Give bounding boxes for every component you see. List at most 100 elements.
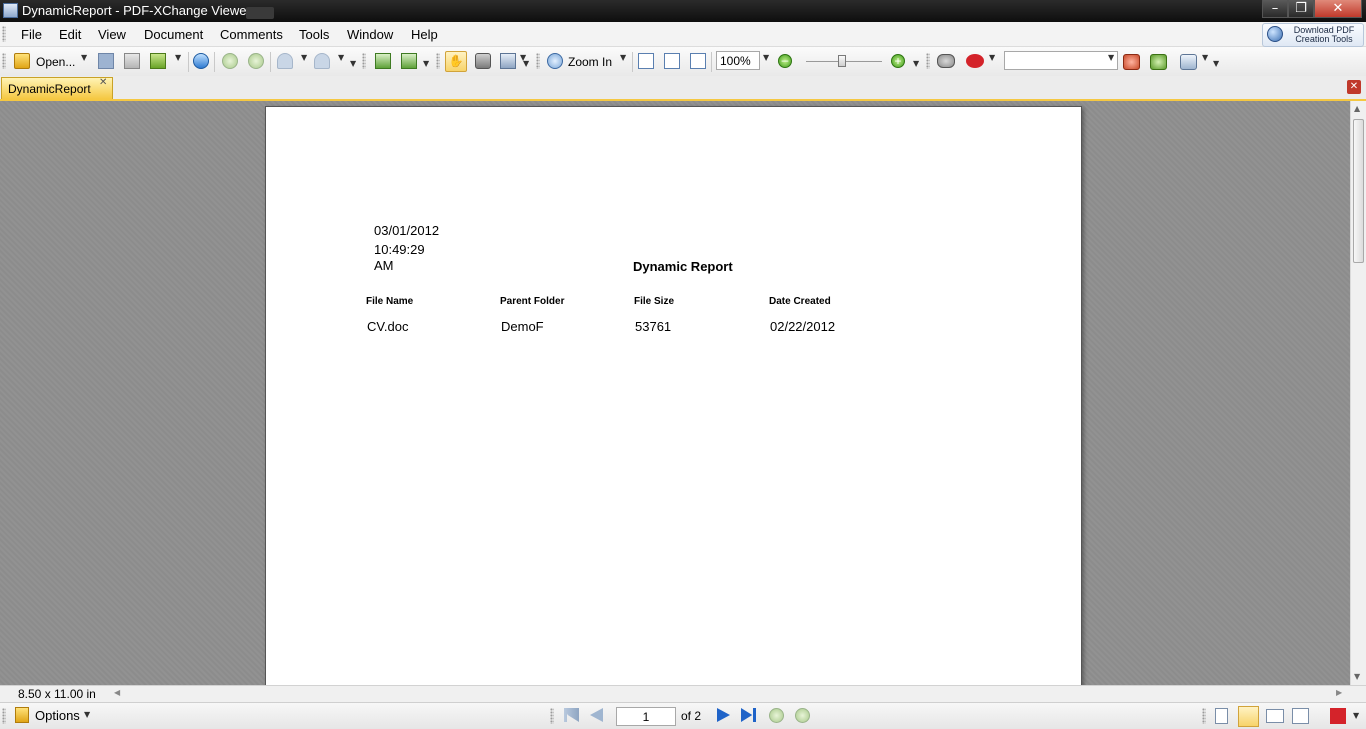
snapshot-icon[interactable] — [475, 53, 491, 69]
scan-icon[interactable] — [193, 53, 209, 69]
previous-view-icon[interactable] — [769, 708, 784, 723]
toolbar-grip[interactable] — [436, 53, 440, 69]
scroll-right-arrow-icon[interactable]: ▶ — [1336, 688, 1342, 697]
scroll-up-arrow-icon[interactable]: ▲ — [1354, 104, 1360, 113]
scroll-left-arrow-icon[interactable]: ◀ — [114, 688, 120, 697]
find-binoculars-icon[interactable] — [937, 54, 955, 68]
zoom-in-label[interactable]: Zoom In — [568, 55, 612, 69]
menu-comments[interactable]: Comments — [220, 27, 283, 42]
pdf-icon[interactable] — [1330, 708, 1346, 724]
status-grip[interactable] — [2, 708, 6, 724]
find-next-icon[interactable] — [1150, 54, 1167, 70]
toolbar-grip[interactable] — [362, 53, 366, 69]
download-button-line2: Creation Tools — [1295, 34, 1353, 44]
hand-tool-icon[interactable]: ✋ — [445, 51, 467, 72]
tab-close-icon[interactable]: ✕ — [99, 77, 107, 88]
vertical-scrollbar[interactable]: ▲ ▼ — [1350, 101, 1366, 685]
nav-grip[interactable] — [550, 708, 554, 724]
toolbar-overflow-icon[interactable]: ▼ — [350, 59, 356, 68]
toolbar-grip[interactable] — [2, 53, 6, 69]
layout-grip[interactable] — [1202, 708, 1206, 724]
import-icon[interactable] — [401, 53, 417, 69]
search-dropdown-arrow-icon[interactable]: ▼ — [1108, 53, 1114, 62]
email-dropdown-arrow-icon[interactable]: ▼ — [175, 53, 181, 62]
continuous-facing-layout-icon[interactable] — [1292, 708, 1309, 724]
toolbar-overflow-icon[interactable]: ▼ — [523, 59, 529, 68]
search-web-icon[interactable] — [966, 54, 984, 68]
options-icon[interactable] — [15, 707, 29, 723]
toolbar-overflow-icon[interactable]: ▼ — [423, 59, 429, 68]
report-title: Dynamic Report — [633, 259, 733, 274]
status-bar: Options ▼ 1 of 2 ▼ — [0, 702, 1366, 729]
next-page-icon[interactable] — [717, 708, 730, 722]
toolbar-overflow-icon[interactable]: ▼ — [1213, 59, 1219, 68]
app-icon[interactable] — [3, 3, 18, 18]
download-button-label: Download PDF Creation Tools — [1287, 26, 1361, 44]
menu-tools[interactable]: Tools — [299, 27, 329, 42]
tools-options-icon[interactable] — [1180, 54, 1197, 70]
search-input[interactable] — [1004, 51, 1118, 70]
find-previous-icon[interactable] — [1123, 54, 1140, 70]
document-view[interactable]: 03/01/2012 10:49:29 AM Dynamic Report Fi… — [0, 101, 1350, 685]
export-icon[interactable] — [375, 53, 391, 69]
menu-window[interactable]: Window — [347, 27, 393, 42]
facing-layout-icon[interactable] — [1266, 709, 1284, 723]
open-button-label[interactable]: Open... — [36, 55, 75, 69]
redo-dropdown-arrow-icon[interactable]: ▼ — [338, 53, 344, 62]
redo-icon[interactable] — [314, 53, 330, 69]
back-view-icon[interactable] — [222, 53, 238, 69]
vertical-scroll-thumb[interactable] — [1353, 119, 1364, 263]
scroll-down-arrow-icon[interactable]: ▼ — [1354, 672, 1360, 681]
first-page-icon[interactable] — [564, 708, 579, 722]
page-count-label: of 2 — [681, 709, 702, 723]
menu-grip[interactable] — [2, 26, 6, 42]
zoom-slider-thumb[interactable] — [838, 55, 846, 67]
continuous-layout-icon[interactable] — [1238, 706, 1259, 727]
print-icon[interactable] — [124, 53, 140, 69]
options-dropdown-arrow-icon[interactable]: ▼ — [84, 710, 90, 719]
pdf-dropdown-arrow-icon[interactable]: ▼ — [1353, 711, 1359, 720]
tab-dynamicreport[interactable]: DynamicReport ✕ — [1, 77, 113, 99]
zoom-in-plus-icon[interactable]: + — [891, 54, 905, 68]
fit-width-icon[interactable] — [690, 53, 706, 69]
toolbar-grip[interactable] — [536, 53, 540, 69]
zoom-out-icon[interactable]: – — [778, 54, 792, 68]
tab-label: DynamicReport — [8, 82, 91, 96]
actual-size-icon[interactable] — [638, 53, 654, 69]
tools-dropdown-arrow-icon[interactable]: ▼ — [1202, 53, 1208, 62]
close-document-icon[interactable]: ✕ — [1347, 80, 1361, 94]
menu-view[interactable]: View — [98, 27, 126, 42]
menu-document[interactable]: Document — [144, 27, 203, 42]
zoom-level-field[interactable]: 100% — [716, 51, 760, 70]
undo-dropdown-arrow-icon[interactable]: ▼ — [301, 53, 307, 62]
menu-help[interactable]: Help — [411, 27, 438, 42]
previous-page-icon[interactable] — [590, 708, 603, 722]
save-icon[interactable] — [98, 53, 114, 69]
fit-page-icon[interactable] — [664, 53, 680, 69]
options-button[interactable]: Options — [35, 708, 80, 723]
open-folder-icon[interactable] — [14, 53, 30, 69]
minimize-button[interactable]: – — [1262, 0, 1288, 18]
open-dropdown-arrow-icon[interactable]: ▼ — [81, 53, 87, 62]
forward-view-icon[interactable] — [248, 53, 264, 69]
maximize-button[interactable]: ❐ — [1288, 0, 1314, 18]
search-engine-dropdown-arrow-icon[interactable]: ▼ — [989, 53, 995, 62]
download-pdf-tools-button[interactable]: Download PDF Creation Tools — [1262, 23, 1364, 47]
zoom-level-dropdown-arrow-icon[interactable]: ▼ — [763, 53, 769, 62]
next-view-icon[interactable] — [795, 708, 810, 723]
document-tab-bar — [0, 76, 1366, 102]
cell-file-name: CV.doc — [367, 319, 409, 334]
select-text-icon[interactable] — [500, 53, 516, 69]
last-page-icon[interactable] — [741, 708, 756, 722]
single-page-layout-icon[interactable] — [1215, 708, 1228, 724]
menu-edit[interactable]: Edit — [59, 27, 81, 42]
close-window-button[interactable]: ✕ — [1314, 0, 1362, 18]
zoom-tool-dropdown-arrow-icon[interactable]: ▼ — [620, 53, 626, 62]
undo-icon[interactable] — [277, 53, 293, 69]
menu-file[interactable]: File — [21, 27, 42, 42]
toolbar-overflow-icon[interactable]: ▼ — [913, 59, 919, 68]
zoom-in-magnifier-icon[interactable] — [547, 53, 563, 69]
page-number-field[interactable]: 1 — [616, 707, 676, 726]
email-icon[interactable] — [150, 53, 166, 69]
toolbar-grip[interactable] — [926, 53, 930, 69]
